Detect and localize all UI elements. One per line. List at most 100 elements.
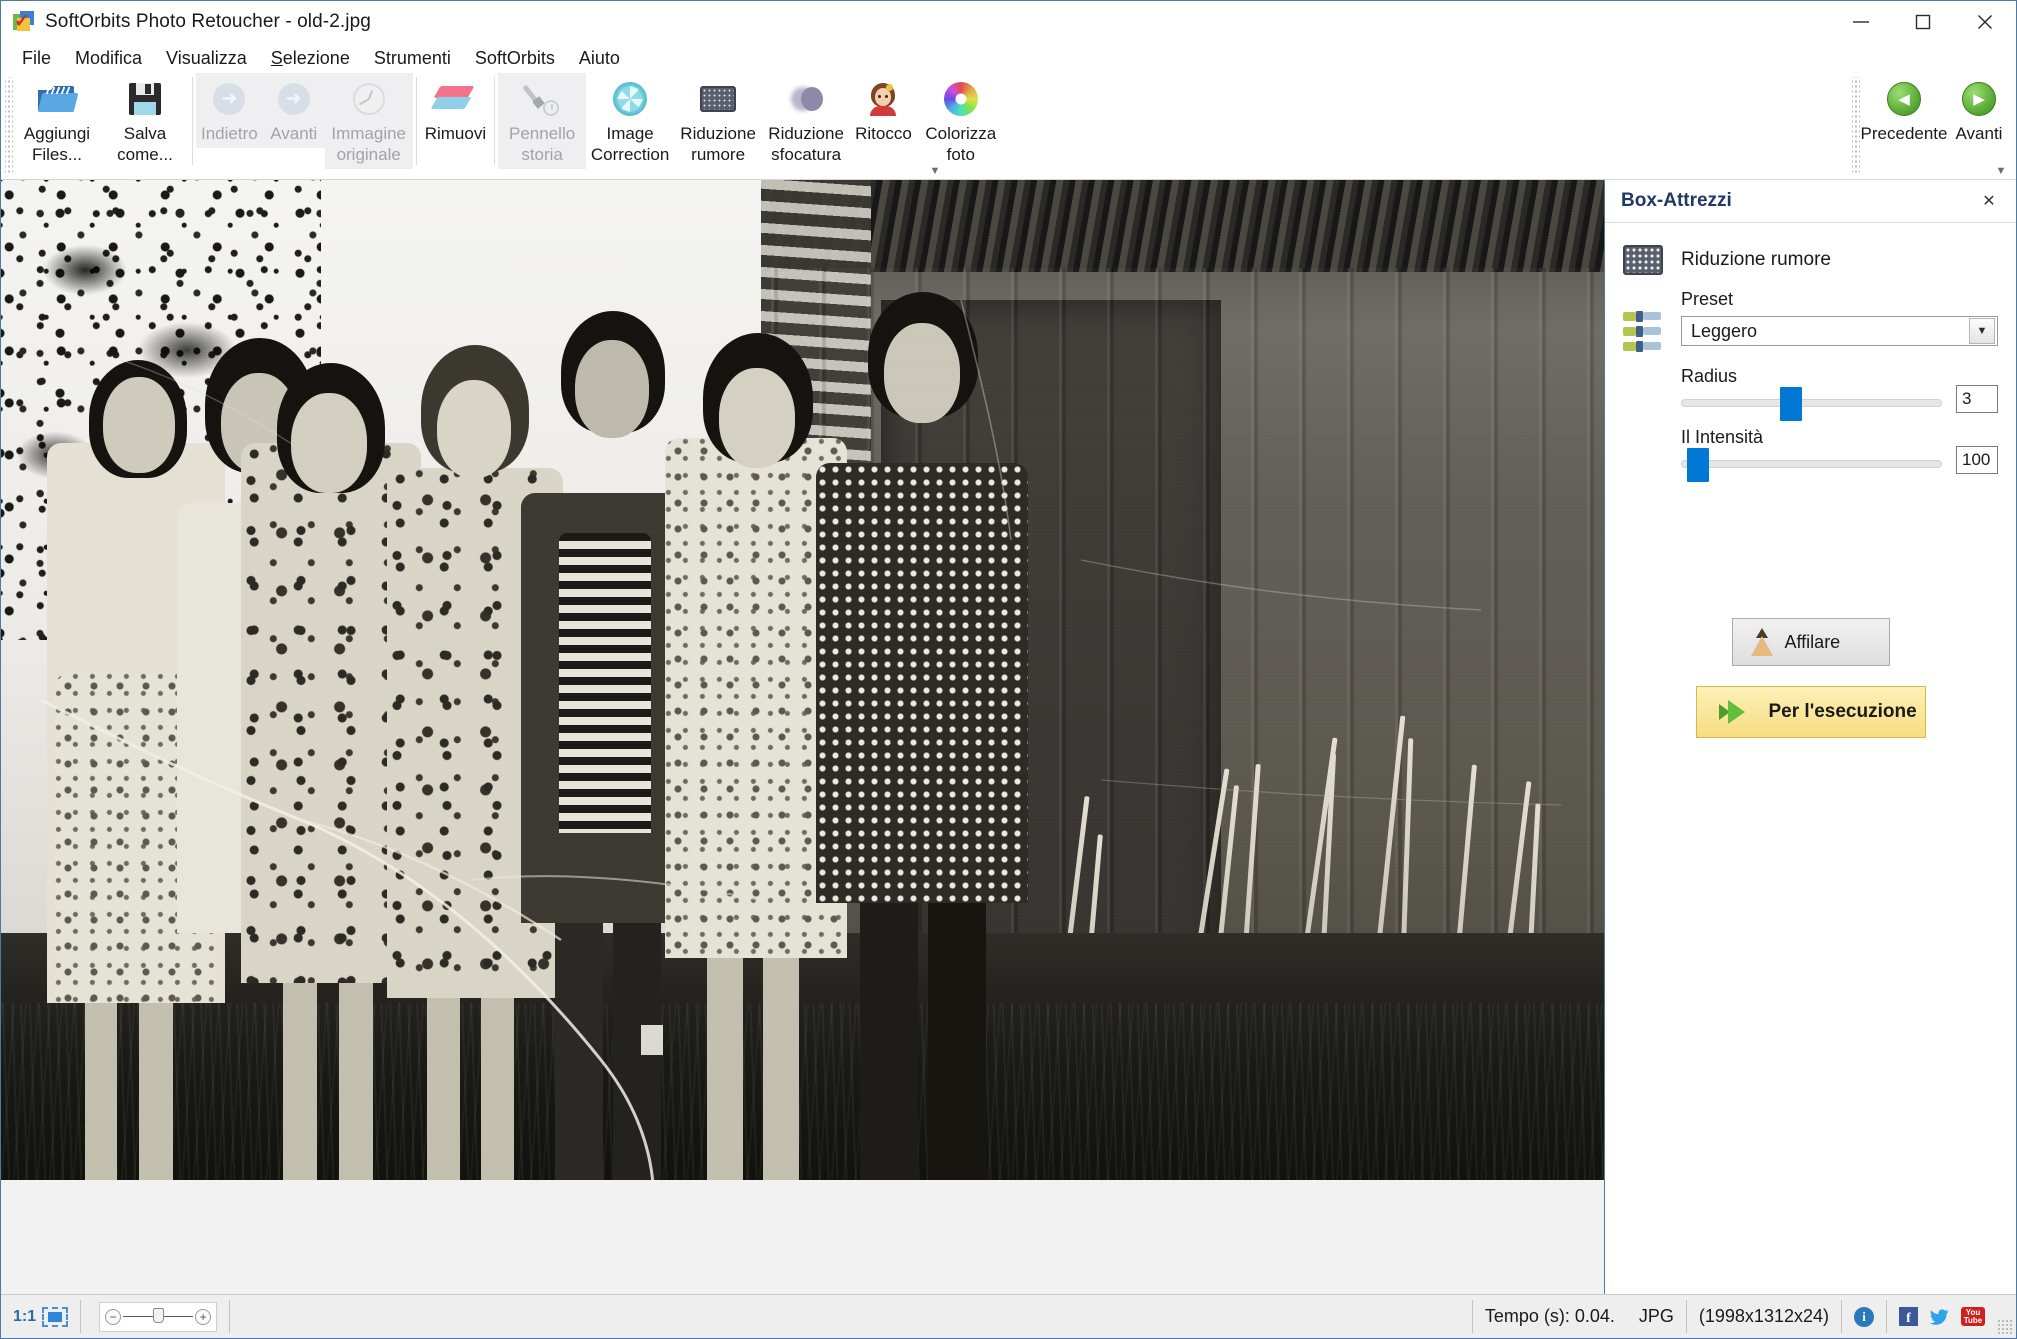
save-as-icon: [125, 79, 165, 119]
zoom-slider-thumb[interactable]: [152, 1308, 164, 1323]
canvas-column: [1, 180, 1604, 1294]
toolbar-separator: [192, 77, 193, 165]
noise-reduction-button[interactable]: Riduzione rumore: [674, 73, 762, 169]
zoom-in-icon[interactable]: +: [195, 1308, 212, 1325]
tools-panel-body: Riduzione rumore Preset Leggero ▼ Radius…: [1605, 222, 2016, 1294]
preset-row: Preset Leggero ▼ Radius 3 Il Intensità 1…: [1623, 289, 1998, 482]
intensity-label: Il Intensità: [1681, 427, 1764, 447]
twitter-icon[interactable]: [1929, 1308, 1950, 1326]
menu-item-file[interactable]: File: [11, 45, 62, 71]
run-button-label: Per l'esecuzione: [1768, 701, 1917, 722]
toolbar-group-history: ➜ Indietro ➜ Avanti Immagine originale: [196, 73, 413, 173]
menu-bar: File Modifica Visualizza Selezione Strum…: [1, 43, 2016, 73]
add-files-button[interactable]: Aggiungi Files...: [13, 73, 101, 169]
run-button[interactable]: Per l'esecuzione: [1695, 686, 1926, 738]
application-window: ✓ SoftOrbits Photo Retoucher - old-2.jpg…: [0, 0, 2017, 1339]
status-bar-icons: i: [1842, 1295, 1886, 1338]
resize-grip-icon[interactable]: [1997, 1319, 2013, 1335]
file-format: JPG: [1638, 1306, 1674, 1326]
photo-image[interactable]: [1, 180, 1604, 1180]
toolbar-group-tools: Pennello storia Image Correction Riduzio…: [498, 73, 1005, 173]
blur-reduction-icon: [786, 79, 826, 119]
toolbar-expander-icon[interactable]: ▼: [926, 164, 944, 178]
preset-value: Leggero: [1691, 320, 1758, 341]
maximize-icon[interactable]: [1892, 1, 1954, 43]
original-image-button[interactable]: Immagine originale: [324, 73, 413, 169]
zoom-slider[interactable]: − +: [99, 1301, 218, 1332]
toolbar-nav-grip[interactable]: [1852, 77, 1860, 173]
zoom-ratio-label: 1:1: [13, 1307, 37, 1325]
menu-item-aiuto[interactable]: Aiuto: [568, 45, 631, 71]
menu-item-strumenti[interactable]: Strumenti: [363, 45, 462, 71]
facebook-icon[interactable]: f: [1899, 1307, 1918, 1326]
toolbar-navigation-group: ◀ Precedente ▶ Avanti: [1852, 73, 2010, 180]
menu-item-visualizza[interactable]: Visualizza: [155, 45, 258, 71]
app-logo-icon: ✓: [13, 11, 35, 33]
menu-item-softorbits[interactable]: SoftOrbits: [464, 45, 566, 71]
window-controls: [1830, 1, 2016, 43]
sharpen-button[interactable]: Affilare: [1731, 618, 1890, 666]
zoom-ratio-cell: 1:1: [1, 1295, 80, 1338]
social-icons: f You Tube: [1887, 1295, 1997, 1338]
zoom-slider-cell: − +: [81, 1295, 229, 1338]
tools-panel-title: Box-Attrezzi: [1621, 190, 1732, 211]
minimize-icon[interactable]: [1830, 1, 1892, 43]
image-canvas[interactable]: [1, 180, 1604, 1180]
active-tool-row: Riduzione rumore: [1623, 245, 1998, 275]
retouch-icon: [863, 79, 903, 119]
close-icon[interactable]: [1954, 1, 2016, 43]
image-dimensions: (1998x1312x24): [1698, 1306, 1829, 1326]
colorize-photo-icon: [941, 79, 981, 119]
zoom-out-icon[interactable]: −: [105, 1308, 122, 1325]
eraser-icon: [430, 79, 475, 119]
toolbar-grip[interactable]: [5, 77, 13, 173]
radius-slider-thumb[interactable]: [1780, 387, 1803, 421]
canvas-empty-area: [1, 1180, 1604, 1294]
remove-button[interactable]: Rimuovi: [420, 73, 491, 148]
fit-to-window-icon[interactable]: [42, 1306, 69, 1327]
previous-icon: ◀: [1884, 79, 1924, 119]
toolbar-nav-expander-icon[interactable]: ▼: [1992, 164, 2010, 178]
menu-item-modifica[interactable]: Modifica: [64, 45, 153, 71]
radius-value-input[interactable]: 3: [1956, 385, 1998, 413]
retouch-button[interactable]: Ritocco: [850, 73, 917, 148]
redo-button[interactable]: ➜ Avanti: [262, 73, 325, 148]
preset-label: Preset: [1681, 289, 1734, 309]
active-tool-name: Riduzione rumore: [1681, 249, 1831, 270]
add-files-icon: [37, 79, 79, 119]
pencil-icon: [1750, 628, 1773, 656]
previous-button[interactable]: ◀ Precedente: [1860, 73, 1948, 148]
window-title: SoftOrbits Photo Retoucher - old-2.jpg: [45, 11, 371, 32]
history-brush-button[interactable]: Pennello storia: [498, 73, 587, 169]
image-correction-icon: [610, 79, 650, 119]
tools-panel-actions: Affilare Per l'esecuzione: [1623, 618, 1998, 738]
zoom-slider-track[interactable]: [123, 1308, 194, 1323]
chevron-down-icon[interactable]: ▼: [1969, 318, 1995, 344]
intensity-value-input[interactable]: 100: [1956, 446, 1998, 474]
preset-select[interactable]: Leggero ▼: [1681, 316, 1998, 346]
radius-label: Radius: [1681, 366, 1738, 386]
tools-panel: Box-Attrezzi ✕ Riduzione rumore Preset L…: [1604, 180, 2016, 1294]
main-area: Box-Attrezzi ✕ Riduzione rumore Preset L…: [1, 180, 2016, 1294]
sharpen-button-label: Affilare: [1784, 631, 1841, 652]
intensity-slider[interactable]: [1681, 448, 1942, 482]
toolbar-separator: [494, 77, 496, 165]
info-icon[interactable]: i: [1854, 1306, 1874, 1327]
save-as-button[interactable]: Salva come...: [101, 73, 189, 169]
blur-reduction-button[interactable]: Riduzione sfocatura: [762, 73, 850, 169]
undo-button[interactable]: ➜ Indietro: [196, 73, 263, 148]
menu-item-selezione[interactable]: Selezione: [260, 45, 361, 71]
status-bar: 1:1 − + Tempo (s): 0.04. JPG (1998x1312x…: [1, 1294, 2016, 1338]
youtube-icon[interactable]: You Tube: [1961, 1307, 1985, 1326]
next-button[interactable]: ▶ Avanti: [1948, 73, 2010, 148]
tools-panel-header: Box-Attrezzi ✕: [1605, 180, 2016, 222]
title-bar: ✓ SoftOrbits Photo Retoucher - old-2.jpg: [1, 1, 2016, 43]
intensity-slider-row: Il Intensità 100: [1681, 427, 1998, 482]
next-icon: ▶: [1959, 79, 1999, 119]
close-panel-icon[interactable]: ✕: [1976, 188, 2002, 214]
colorize-photo-button[interactable]: Colorizza foto: [917, 73, 1005, 169]
intensity-slider-thumb[interactable]: [1687, 448, 1710, 482]
image-correction-button[interactable]: Image Correction: [586, 73, 674, 169]
toolbar-separator: [415, 77, 417, 165]
radius-slider[interactable]: [1681, 387, 1942, 421]
